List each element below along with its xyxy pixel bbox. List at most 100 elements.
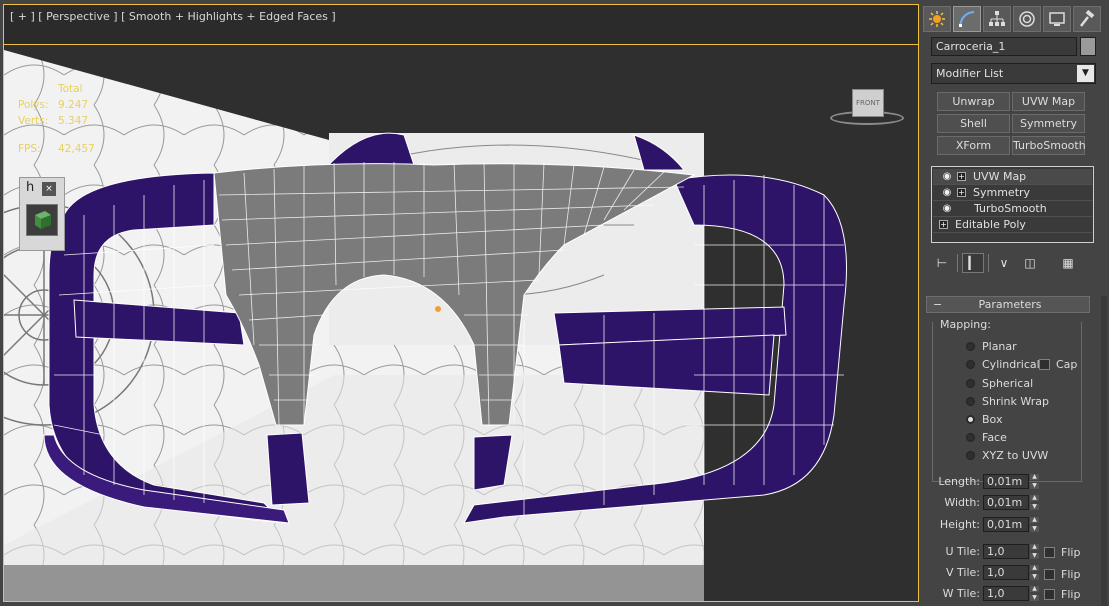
lightbulb-icon[interactable]: ◉ <box>941 171 953 182</box>
viewport-menu-plus[interactable]: [ + ] <box>10 10 35 23</box>
floating-mini-panel[interactable]: h × <box>19 177 65 251</box>
panel-scrollbar[interactable] <box>1101 296 1107 606</box>
lightbulb-icon[interactable]: ◉ <box>941 187 953 198</box>
sun-icon <box>929 11 945 27</box>
turbosmooth-button[interactable]: TurboSmooth <box>1012 136 1086 155</box>
verts-value: 5.347 <box>58 115 89 127</box>
radio-label: Shrink Wrap <box>982 395 1049 408</box>
radio-dot[interactable] <box>966 433 975 442</box>
stack-item-editable-poly[interactable]: + Editable Poly <box>933 217 1092 233</box>
expand-icon[interactable]: + <box>957 188 966 197</box>
tab-modify[interactable] <box>953 6 981 32</box>
v-tile-label: V Tile: <box>946 566 980 579</box>
viewcube-front-face[interactable]: FRONT <box>852 89 884 117</box>
w-tile-input[interactable]: 1,0 <box>983 586 1029 601</box>
object-name-field[interactable]: Carroceria_1 <box>931 37 1077 56</box>
checkbox-box[interactable] <box>1039 359 1050 370</box>
radio-label: Cylindrical <box>982 358 1040 371</box>
modifier-list-dropdown[interactable]: Modifier List ▼ <box>931 63 1096 84</box>
mapping-label: Mapping: <box>938 318 993 331</box>
tab-display[interactable] <box>1043 6 1071 32</box>
radio-dot-selected[interactable] <box>966 415 975 424</box>
checkbox-label: Flip <box>1061 568 1081 581</box>
expand-icon[interactable]: + <box>939 220 948 229</box>
fps-value: 42,457 <box>58 143 95 155</box>
spinner-arrows[interactable]: ▲ ▼ <box>1030 474 1039 489</box>
u-flip-checkbox[interactable]: Flip <box>1044 546 1080 559</box>
spinner-arrows[interactable]: ▲ ▼ <box>1030 517 1039 532</box>
radio-dot[interactable] <box>966 379 975 388</box>
stats-total-label: Total <box>58 83 83 95</box>
mini-panel-h-label: h <box>26 180 35 195</box>
checkbox-box[interactable] <box>1044 569 1055 580</box>
modifier-stack: ◉ + UVW Map ◉ + Symmetry ◉ TurboSmooth +… <box>931 166 1094 243</box>
radio-planar[interactable]: Planar <box>966 340 1017 353</box>
radio-dot[interactable] <box>966 360 975 369</box>
make-unique-icon[interactable]: ∨ <box>993 253 1015 273</box>
radio-shrink-wrap[interactable]: Shrink Wrap <box>966 395 1049 408</box>
v-flip-checkbox[interactable]: Flip <box>1044 568 1080 581</box>
spinner-arrows[interactable]: ▲ ▼ <box>1030 565 1039 580</box>
shell-button[interactable]: Shell <box>937 114 1010 133</box>
viewport-shading-mode[interactable]: [ Smooth + Highlights + Edged Faces ] <box>121 10 336 23</box>
viewport-statistics: Total Polys: 9.247 Verts: 5.347 FPS: 42,457 <box>18 81 95 157</box>
modifier-buttons: Unwrap UVW UVW Map Shell Symmetry XForm … <box>937 92 1086 155</box>
object-color-swatch[interactable] <box>1080 37 1096 56</box>
symmetry-button[interactable]: Symmetry <box>1012 114 1085 133</box>
perspective-viewport[interactable]: [ + ] [ Perspective ] [ Smooth + Highlig… <box>3 4 919 602</box>
pin-stack-icon[interactable]: ⊢ <box>931 253 953 273</box>
uvw-map-button[interactable]: UVW Map <box>1012 92 1085 111</box>
radio-face[interactable]: Face <box>966 431 1007 444</box>
w-flip-checkbox[interactable]: Flip <box>1044 588 1080 601</box>
mini-panel-close-icon[interactable]: × <box>42 182 56 196</box>
radio-dot[interactable] <box>966 397 975 406</box>
stack-item-label: Symmetry <box>973 186 1031 199</box>
tab-create[interactable] <box>923 6 951 32</box>
cap-checkbox[interactable]: Cap <box>1039 358 1077 371</box>
radio-cylindrical[interactable]: Cylindrical <box>966 358 1040 371</box>
spinner-arrows[interactable]: ▲ ▼ <box>1030 495 1039 510</box>
radio-dot[interactable] <box>966 451 975 460</box>
stack-item-label: TurboSmooth <box>974 202 1047 215</box>
viewport-scene[interactable]: Total Polys: 9.247 Verts: 5.347 FPS: 42,457… <box>4 45 918 601</box>
viewcube[interactable]: FRONT <box>828 85 904 131</box>
mini-cube-icon[interactable] <box>26 204 58 236</box>
checkbox-box[interactable] <box>1044 547 1055 558</box>
stack-item-turbosmooth[interactable]: ◉ TurboSmooth <box>933 201 1092 217</box>
width-input[interactable]: 0,01m <box>983 495 1029 510</box>
tab-hierarchy[interactable] <box>983 6 1011 32</box>
viewport-point-of-view[interactable]: [ Perspective ] <box>38 10 117 23</box>
radio-label: Box <box>982 413 1003 426</box>
stack-item-uvw-map[interactable]: ◉ + UVW Map <box>933 169 1092 185</box>
hammer-icon <box>1080 10 1095 27</box>
length-spinner: Length: 0,01m ▲ ▼ <box>938 474 1039 489</box>
motion-icon <box>1019 11 1035 27</box>
radio-box[interactable]: Box <box>966 413 1002 426</box>
checkbox-label: Cap <box>1056 358 1078 371</box>
unwrap-uvw-button[interactable]: Unwrap UVW <box>937 92 1010 125</box>
pivot-dot <box>435 306 441 312</box>
checkbox-box[interactable] <box>1044 589 1055 600</box>
configure-modifier-sets-icon[interactable]: ▦ <box>1057 253 1079 273</box>
lightbulb-icon[interactable]: ◉ <box>941 203 953 214</box>
expand-icon[interactable]: + <box>957 172 966 181</box>
stack-item-symmetry[interactable]: ◉ + Symmetry <box>933 185 1092 201</box>
height-input[interactable]: 0,01m <box>983 517 1029 532</box>
u-tile-input[interactable]: 1,0 <box>983 544 1029 559</box>
u-tile-label: U Tile: <box>945 545 980 558</box>
show-end-result-icon[interactable]: ▎ <box>962 253 984 273</box>
spinner-arrows[interactable]: ▲ ▼ <box>1030 586 1039 601</box>
spinner-arrows[interactable]: ▲ ▼ <box>1030 544 1039 559</box>
modify-curve-icon <box>959 11 975 27</box>
remove-modifier-icon[interactable]: ◫ <box>1019 253 1041 273</box>
length-input[interactable]: 0,01m <box>983 474 1029 489</box>
radio-dot[interactable] <box>966 342 975 351</box>
chevron-down-icon[interactable]: ▼ <box>1077 65 1094 82</box>
radio-xyz-to-uvw[interactable]: XYZ to UVW <box>966 449 1048 462</box>
v-tile-input[interactable]: 1,0 <box>983 565 1029 580</box>
tab-utilities[interactable] <box>1073 6 1101 32</box>
parameters-rollout-header[interactable]: − Parameters <box>926 296 1090 313</box>
xform-button[interactable]: XForm <box>937 136 1010 155</box>
radio-spherical[interactable]: Spherical <box>966 377 1033 390</box>
tab-motion[interactable] <box>1013 6 1041 32</box>
